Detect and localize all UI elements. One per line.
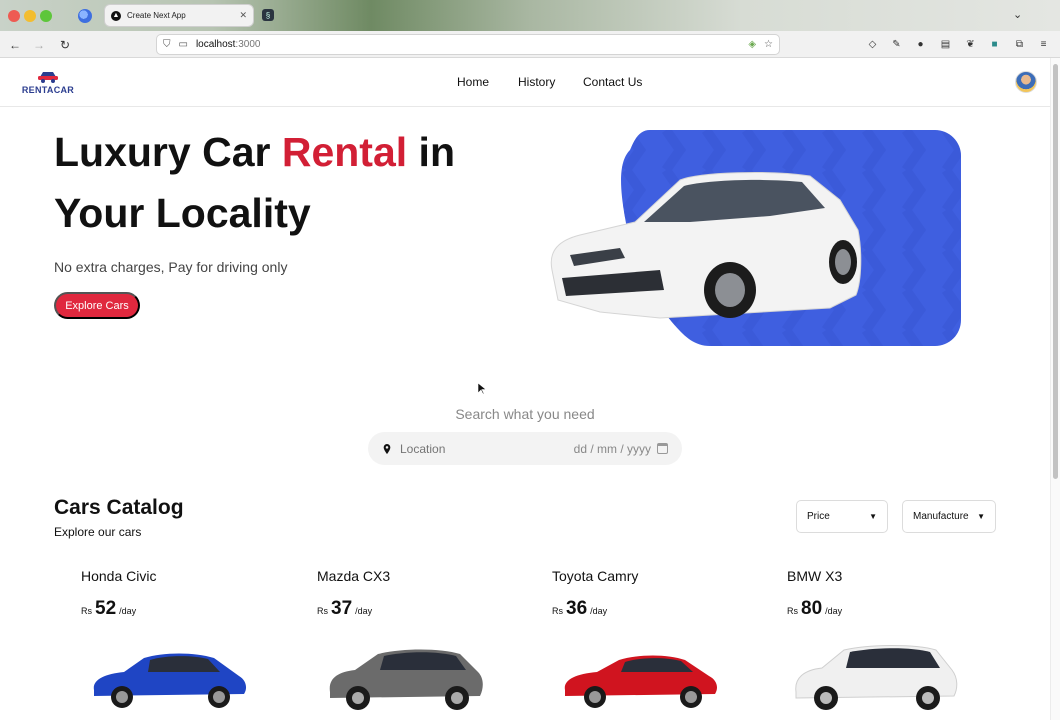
extension-puzzle-icon[interactable]: ◈ [748,39,756,50]
dropdown-caret-icon: ▼ [977,512,985,521]
dropdown-caret-icon: ▼ [869,512,877,521]
explore-cars-button[interactable]: Explore Cars [54,292,140,319]
mouse-cursor-icon [478,383,486,395]
nav-link-history[interactable]: History [518,75,555,89]
catalog-subtitle: Explore our cars [54,525,142,539]
site-header: RENTACAR Home History Contact Us [0,58,1050,107]
tab-list-chevron-icon[interactable]: ⌄ [1013,8,1022,21]
page-scrollbar[interactable] [1050,58,1060,720]
hero-car-image [550,130,961,346]
car-price: Rs 37/day [317,598,373,619]
car-name: BMW X3 [787,568,843,584]
browser-nav-bar: ← → ↻ ⛉ ▭ localhost:3000 ◈ ☆ ◇ ✎ ● ▤ ❦ ■… [0,31,1060,58]
page-viewport: RENTACAR Home History Contact Us Luxury … [0,58,1050,720]
car-image [329,649,483,710]
minimize-window-button[interactable] [24,10,36,22]
tab-close-icon[interactable]: ✕ [239,10,247,21]
user-avatar[interactable] [1015,71,1037,93]
search-heading: Search what you need [455,406,595,422]
tab-title: Create Next App [127,11,186,20]
logo-text: RENTACAR [21,85,75,95]
extension-leaf-icon[interactable]: ❦ [964,38,977,51]
date-input[interactable]: dd / mm / yyyy [574,442,651,456]
wrench-icon[interactable]: ✎ [890,38,903,51]
car-name: Toyota Camry [552,568,639,584]
bookmark-star-icon[interactable]: ☆ [764,39,773,50]
shield-icon[interactable]: ⛉ [163,39,171,50]
car-image [795,645,958,710]
forward-arrow-icon[interactable]: → [30,36,48,54]
hero-title: Luxury Car Rental in Your Locality [54,129,455,236]
browser-tab[interactable]: ▲ Create Next App ✕ [104,4,254,27]
logo-car-icon [38,72,58,83]
rentacar-logo[interactable]: RENTACAR [20,69,76,97]
maximize-window-button[interactable] [40,10,52,22]
car-card[interactable]: Mazda CX3 Rs 37/day [290,564,510,720]
car-image [564,655,717,708]
car-card[interactable]: Toyota Camry Rs 36/day [525,564,745,720]
menu-hamburger-icon[interactable]: ≡ [1037,38,1050,51]
location-input[interactable] [400,441,574,456]
catalog-title: Cars Catalog [54,496,184,519]
search-bar: dd / mm / yyyy [368,432,682,465]
pocket-icon[interactable]: ◇ [866,38,879,51]
hero-subtitle: No extra charges, Pay for driving only [54,259,288,275]
nav-link-contact-us[interactable]: Contact Us [583,75,642,89]
hero-title-accent: Rental [281,129,408,175]
car-name: Mazda CX3 [317,568,391,584]
back-arrow-icon[interactable]: ← [6,36,24,54]
nextjs-favicon-icon: ▲ [111,10,121,21]
extension-circle-icon[interactable]: ● [914,38,927,51]
close-window-button[interactable] [8,10,20,22]
car-price: Rs 52/day [81,598,137,619]
car-price: Rs 80/day [787,598,843,619]
calendar-icon[interactable] [657,443,668,454]
browser-tab-bar: ▲ Create Next App ✕ § ⌄ [0,0,1060,31]
page-icon: ▭ [178,39,188,50]
price-filter-select[interactable]: Price ▼ [796,500,888,533]
extension-square-icon[interactable]: ■ [988,38,1001,51]
nav-link-home[interactable]: Home [457,75,489,89]
reader-icon[interactable]: ▤ [939,38,952,51]
firefox-icon [78,9,92,23]
car-price: Rs 36/day [552,598,608,619]
car-card[interactable]: BMW X3 Rs 80/day [760,564,980,720]
scrollbar-thumb[interactable] [1053,64,1058,479]
manufacturer-filter-select[interactable]: Manufacturer ▼ [902,500,996,533]
car-name: Honda Civic [81,568,157,584]
url-text[interactable]: localhost:3000 [196,39,740,50]
address-bar[interactable]: ⛉ ▭ localhost:3000 ◈ ☆ [156,34,780,55]
extensions-puzzle-icon[interactable]: ⧉ [1013,38,1026,51]
reload-icon[interactable]: ↻ [56,36,74,54]
car-card[interactable]: Honda Civic Rs 52/day [54,564,274,720]
extension-tab-icon[interactable]: § [262,9,274,21]
car-image [93,653,247,708]
location-pin-icon [383,443,391,454]
